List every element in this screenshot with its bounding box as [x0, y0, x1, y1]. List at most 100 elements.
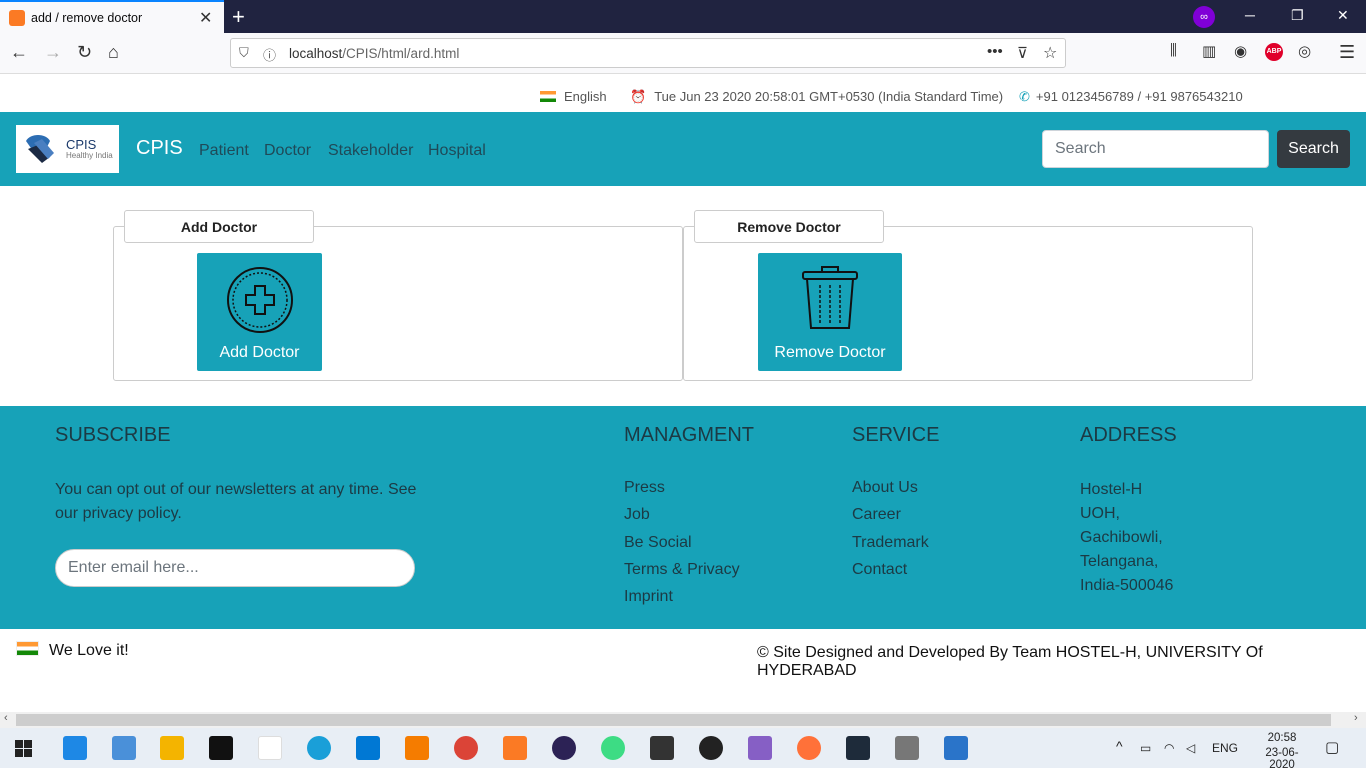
footer-link-terms[interactable]: Terms & Privacy	[624, 558, 740, 582]
new-tab-icon[interactable]: +	[232, 4, 245, 30]
scroll-right-icon[interactable]: ›	[1354, 712, 1358, 724]
credit-text: © Site Designed and Developed By Team HO…	[757, 644, 1263, 679]
browser-tab-bar: add / remove doctor ✕ + ∞ ─ ❐ ✕	[0, 0, 1366, 33]
input-language[interactable]: ENG	[1212, 741, 1238, 755]
email-input[interactable]: Enter email here...	[55, 549, 415, 587]
nav-doctor[interactable]: Doctor	[264, 142, 311, 160]
browser-tab[interactable]: add / remove doctor ✕	[0, 0, 224, 33]
edge-icon[interactable]	[307, 736, 331, 760]
volume-icon[interactable]: ◁	[1186, 741, 1195, 755]
forward-icon[interactable]: →	[44, 42, 62, 63]
remove-doctor-legend: Remove Doctor	[694, 210, 884, 243]
pocket-icon[interactable]: ⊽	[1017, 44, 1028, 62]
back-icon[interactable]: ←	[10, 42, 28, 63]
footer-link-press[interactable]: Press	[624, 476, 665, 500]
scroll-left-icon[interactable]: ‹	[4, 712, 8, 724]
firefox-icon[interactable]	[797, 736, 821, 760]
logo-title: CPIS	[66, 137, 97, 152]
menu-icon[interactable]: ☰	[1339, 42, 1355, 63]
eclipse-icon[interactable]	[552, 736, 576, 760]
phone-label: +91 0123456789 / +91 9876543210	[1035, 89, 1243, 104]
restore-icon[interactable]: ❐	[1291, 7, 1304, 24]
battery-icon[interactable]: ▭	[1140, 741, 1151, 755]
bookmark-star-icon[interactable]: ☆	[1043, 43, 1057, 63]
terminal-icon[interactable]	[209, 736, 233, 760]
bottom-strip: We Love it! © Site Designed and Develope…	[0, 629, 1366, 712]
trash-can-icon	[802, 266, 858, 329]
app-icon[interactable]	[846, 736, 870, 760]
url-path: /CPIS/html/ard.html	[342, 46, 460, 61]
footer-link-imprint[interactable]: Imprint	[624, 585, 673, 609]
address-heading: ADDRESS	[1080, 424, 1177, 446]
shield-icon[interactable]: ⛉	[239, 45, 249, 61]
account-icon[interactable]: ◉	[1234, 42, 1247, 60]
info-icon[interactable]: ⓘ	[263, 45, 276, 64]
add-doctor-legend: Add Doctor	[124, 210, 314, 243]
url-host: localhost	[289, 46, 343, 61]
alarm-clock-icon: ⏰	[630, 89, 647, 104]
close-tab-icon[interactable]: ✕	[199, 8, 212, 28]
address-line: India-500046	[1080, 577, 1174, 594]
vscode-icon[interactable]	[356, 736, 380, 760]
gimp-icon[interactable]	[895, 736, 919, 760]
extension-icon[interactable]: ◎	[1298, 42, 1311, 60]
xampp-icon[interactable]	[503, 736, 527, 760]
footer-link-be-social[interactable]: Be Social	[624, 531, 692, 555]
chrome-icon[interactable]	[454, 736, 478, 760]
address-line: Telangana,	[1080, 553, 1159, 570]
footer-link-job[interactable]: Job	[624, 503, 650, 527]
remove-doctor-button[interactable]: Remove Doctor	[758, 253, 902, 371]
app-icon[interactable]	[63, 736, 87, 760]
footer-link-career[interactable]: Career	[852, 503, 901, 527]
url-bar[interactable]: ⛉ ⓘ localhost/CPIS/html/ard.html ••• ⊽ ☆	[230, 38, 1066, 68]
android-studio-icon[interactable]	[601, 736, 625, 760]
info-bar: English ⏰ Tue Jun 23 2020 20:58:01 GMT+05…	[0, 74, 1366, 112]
library-icon[interactable]: ⫼	[1170, 42, 1177, 59]
notifications-icon[interactable]: ▢	[1325, 738, 1339, 756]
document-icon[interactable]	[944, 736, 968, 760]
file-explorer-icon[interactable]	[160, 736, 184, 760]
add-doctor-button[interactable]: Add Doctor	[197, 253, 322, 371]
unity-icon[interactable]	[650, 736, 674, 760]
footer-link-about[interactable]: About Us	[852, 476, 918, 500]
clock-time: 20:58	[1267, 732, 1297, 744]
search-button[interactable]: Search	[1277, 130, 1350, 168]
love-text: We Love it!	[49, 642, 129, 659]
scrollbar-thumb[interactable]	[16, 714, 1331, 726]
page-actions-icon[interactable]: •••	[987, 43, 1003, 60]
adblock-icon[interactable]: ABP	[1265, 43, 1283, 61]
clock-date: 23-06-2020	[1265, 747, 1299, 771]
minimize-icon[interactable]: ─	[1245, 7, 1255, 23]
app-icon[interactable]	[258, 736, 282, 760]
site-footer: SUBSCRIBE You can opt out of our newslet…	[0, 406, 1366, 629]
nav-patient[interactable]: Patient	[199, 142, 249, 160]
app-icon[interactable]	[112, 736, 136, 760]
network-icon[interactable]: ◠	[1164, 741, 1174, 755]
subscribe-heading: SUBSCRIBE	[55, 424, 171, 446]
unreal-icon[interactable]	[699, 736, 723, 760]
home-icon[interactable]: ⌂	[108, 42, 119, 63]
footer-link-contact[interactable]: Contact	[852, 558, 907, 582]
nav-stakeholder[interactable]: Stakeholder	[328, 142, 413, 160]
horizontal-scrollbar[interactable]: ‹ ›	[0, 712, 1366, 728]
window-close-icon[interactable]: ✕	[1337, 7, 1349, 24]
address-line: Gachibowli,	[1080, 529, 1163, 546]
browser-nav-bar: ← → ↻ ⌂ ⛉ ⓘ localhost/CPIS/html/ard.html…	[0, 33, 1366, 74]
management-heading: MANAGMENT	[624, 424, 754, 446]
hands-logo-icon	[26, 135, 54, 163]
vlc-icon[interactable]	[405, 736, 429, 760]
nav-hospital[interactable]: Hospital	[428, 142, 486, 160]
sidebar-icon[interactable]: ▥	[1202, 42, 1216, 60]
footer-link-trademark[interactable]: Trademark	[852, 531, 929, 555]
visual-studio-icon[interactable]	[748, 736, 772, 760]
india-flag-icon	[16, 641, 39, 656]
site-logo[interactable]: CPIS Healthy India	[16, 125, 119, 173]
search-input[interactable]: Search	[1042, 130, 1269, 168]
brand-link[interactable]: CPIS	[136, 137, 183, 160]
reload-icon[interactable]: ↻	[77, 42, 92, 63]
windows-start-icon[interactable]	[15, 740, 32, 757]
clock[interactable]: 20:58 23-06-2020	[1260, 732, 1304, 771]
tray-chevron-icon[interactable]: ^	[1116, 738, 1123, 754]
add-circle-icon	[227, 267, 293, 333]
language-selector[interactable]: English	[540, 89, 607, 104]
